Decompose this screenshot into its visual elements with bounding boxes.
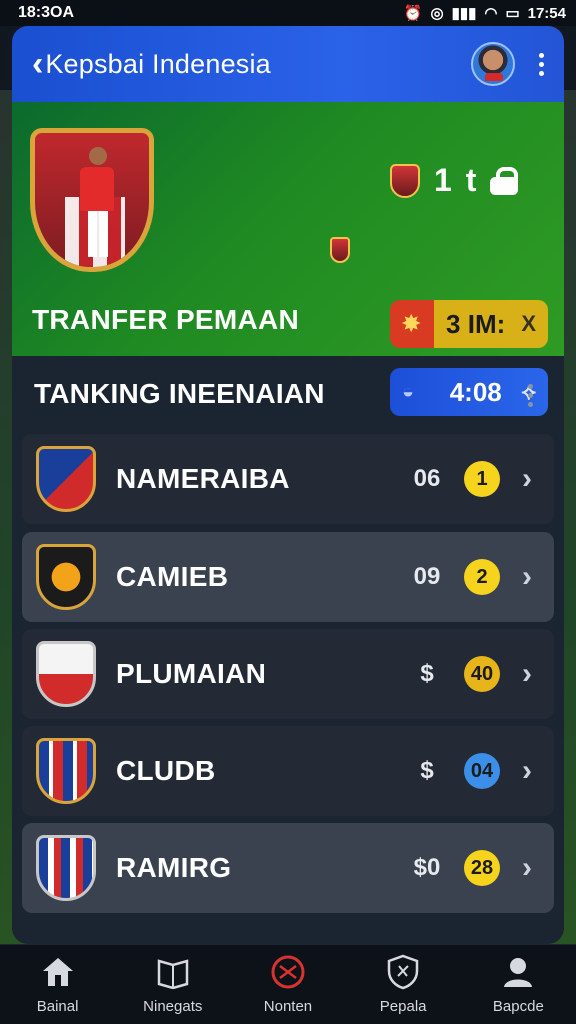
page-title: Kepsbai Indenesia bbox=[45, 48, 271, 79]
chevron-right-icon[interactable]: › bbox=[522, 754, 540, 788]
club-name: CLUDB bbox=[116, 755, 216, 786]
club-stat: 06 bbox=[413, 465, 441, 492]
table-row[interactable]: CLUDB $ 04 › bbox=[22, 726, 554, 816]
chevron-right-icon[interactable]: › bbox=[522, 462, 540, 496]
rank-badge: 28 bbox=[464, 850, 500, 886]
club-logo-icon bbox=[36, 641, 96, 707]
club-stat: $ bbox=[420, 660, 434, 687]
hero-banner[interactable]: 1 t ✸ 3 IM: X ◒ 4:08 ⟡ TRANFER PEMAAN bbox=[12, 102, 564, 416]
back-chevron-icon[interactable]: ‹ bbox=[32, 47, 43, 81]
tab-label: Bainal bbox=[36, 998, 79, 1015]
profile-icon bbox=[498, 954, 538, 990]
ranking-title: TANKING INEENAIAN bbox=[34, 378, 325, 409]
rank-badge: 40 bbox=[464, 656, 500, 692]
score-right: t bbox=[465, 162, 477, 198]
shield-icon bbox=[383, 954, 423, 990]
alarm-icon: ⏰ bbox=[403, 5, 423, 22]
status-time: 17:54 bbox=[527, 4, 566, 22]
tab-ninegats[interactable]: Ninegats bbox=[118, 954, 228, 1015]
tab-label: Pepala bbox=[379, 998, 427, 1015]
more-menu-icon[interactable] bbox=[535, 49, 548, 80]
score-left: 1 bbox=[434, 162, 452, 198]
app-frame: ‹ Kepsbai Indenesia 1 t ✸ 3 IM: X ◒ 4:08 bbox=[12, 26, 564, 944]
club-crest-icon bbox=[30, 128, 154, 272]
club-name: PLUMAIAN bbox=[116, 658, 267, 689]
club-logo-icon bbox=[36, 835, 96, 901]
club-stat: 09 bbox=[413, 563, 441, 590]
match-icon: ✸ bbox=[402, 311, 421, 336]
club-name: CAMIEB bbox=[116, 561, 229, 592]
book-icon bbox=[153, 954, 193, 990]
club-name: NAMERAIBA bbox=[116, 463, 290, 494]
transfer-pill-value: 4:08 bbox=[449, 376, 502, 407]
chevron-right-icon[interactable]: › bbox=[522, 657, 540, 691]
status-icons: ⏰ ◎ ▮▮▮ ◠ ▭ 17:54 bbox=[403, 4, 566, 23]
hero-title: TRANFER PEMAAN bbox=[32, 304, 300, 335]
status-bar: 18:3OA ⏰ ◎ ▮▮▮ ◠ ▭ 17:54 bbox=[0, 0, 576, 26]
table-row[interactable]: RAMIRG $0 28 › bbox=[22, 823, 554, 913]
tab-label: Bapcde bbox=[492, 998, 544, 1015]
app-header: ‹ Kepsbai Indenesia bbox=[12, 26, 564, 102]
club-logo-icon bbox=[36, 544, 96, 610]
transfer-pill[interactable]: ◒ 4:08 ⟡ bbox=[390, 368, 548, 416]
sync-icon: ◎ bbox=[430, 5, 444, 22]
match-pill-end: X bbox=[521, 311, 536, 336]
score-row: 1 t bbox=[390, 162, 520, 199]
club-logo-icon bbox=[36, 446, 96, 512]
tab-pepala[interactable]: Pepala bbox=[348, 954, 458, 1015]
tab-label: Nonten bbox=[263, 998, 313, 1015]
club-stat: $0 bbox=[413, 854, 441, 881]
wifi-icon: ◠ bbox=[484, 5, 498, 22]
chevron-right-icon[interactable]: › bbox=[522, 851, 540, 885]
match-pill-value: 3 IM: bbox=[446, 308, 506, 339]
bird-icon: ◒ bbox=[402, 380, 415, 403]
table-row[interactable]: PLUMAIAN $ 40 › bbox=[22, 629, 554, 719]
bottom-tab-bar: Bainal Ninegats Nonten Pepala Bapcde bbox=[0, 944, 576, 1024]
lock-icon[interactable] bbox=[490, 166, 520, 195]
status-left-text: 18:3OA bbox=[18, 4, 75, 21]
avatar[interactable] bbox=[471, 42, 515, 86]
tab-bapcde[interactable]: Bapcde bbox=[463, 954, 573, 1015]
player-figure-icon bbox=[80, 147, 116, 265]
table-row[interactable]: CAMIEB 09 2 › bbox=[22, 532, 554, 622]
match-pill[interactable]: ✸ 3 IM: X bbox=[390, 300, 548, 348]
chevron-right-icon[interactable]: › bbox=[522, 560, 540, 594]
signal-icon: ▮▮▮ bbox=[451, 5, 477, 22]
home-icon bbox=[38, 954, 78, 990]
ball-icon bbox=[268, 954, 308, 990]
small-crest-icon bbox=[330, 237, 350, 263]
tab-bainal[interactable]: Bainal bbox=[3, 954, 113, 1015]
team-shield-icon bbox=[390, 163, 420, 198]
battery-icon: ▭ bbox=[505, 5, 520, 22]
club-name: RAMIRG bbox=[116, 852, 232, 883]
rank-badge: 04 bbox=[464, 753, 500, 789]
rank-badge: 1 bbox=[464, 461, 500, 497]
tab-label: Ninegats bbox=[143, 998, 203, 1015]
rank-badge: 2 bbox=[464, 559, 500, 595]
tab-nonten[interactable]: Nonten bbox=[233, 954, 343, 1015]
table-row[interactable]: NAMERAIBA 06 1 › bbox=[22, 434, 554, 524]
ranking-menu-icon[interactable] bbox=[528, 384, 533, 407]
club-stat: $ bbox=[420, 757, 434, 784]
club-logo-icon bbox=[36, 738, 96, 804]
